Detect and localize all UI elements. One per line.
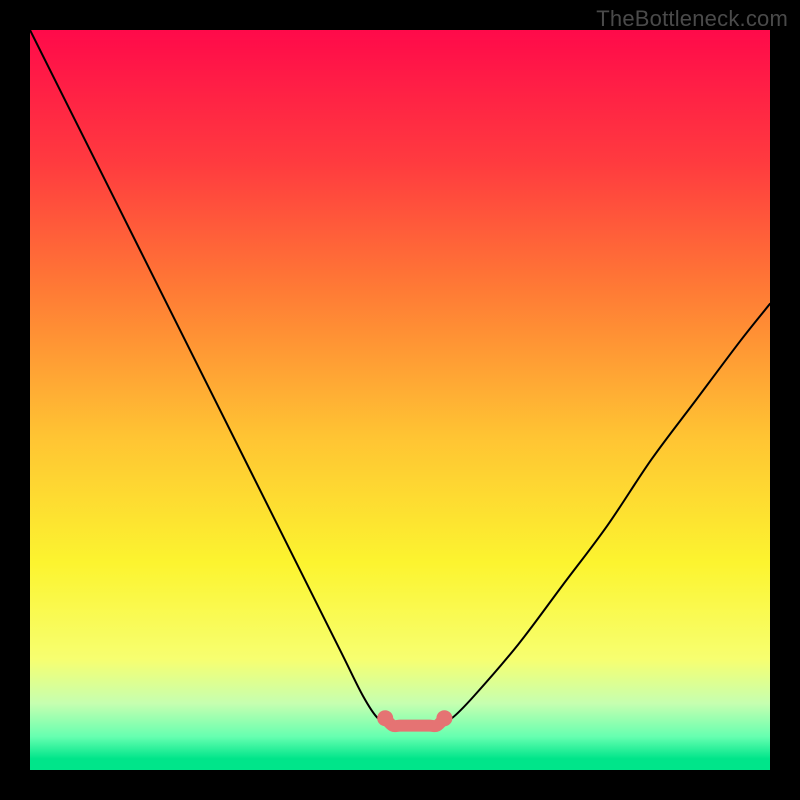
bottleneck-endpoint xyxy=(436,710,452,726)
watermark-text: TheBottleneck.com xyxy=(596,6,788,32)
chart-frame: TheBottleneck.com xyxy=(0,0,800,800)
chart-svg xyxy=(30,30,770,770)
curve-left xyxy=(30,30,385,720)
bottleneck-endpoint xyxy=(377,710,393,726)
curve-right xyxy=(444,304,770,720)
plot-area xyxy=(30,30,770,770)
bottleneck-band xyxy=(385,718,444,726)
